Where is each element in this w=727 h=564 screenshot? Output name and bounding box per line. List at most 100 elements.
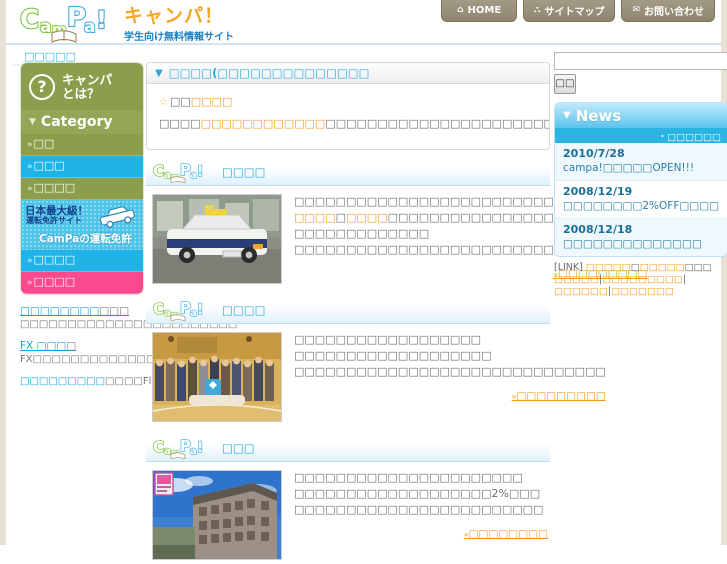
sidebar-link-title-2[interactable]: FX □□□□ bbox=[20, 340, 148, 353]
topic-desc-a: □□□□ bbox=[159, 117, 201, 130]
section-1-header: C a m P a ! □□□□ bbox=[146, 158, 550, 186]
sidebar-category-item-3[interactable]: »□□□□ bbox=[21, 178, 143, 200]
news-heading-label: News bbox=[575, 106, 622, 125]
news-panel-heading: ▼ News bbox=[555, 103, 727, 128]
s1-p3-t1: □□□□□□□□□□□□□□□□□□□□□□□□□□□□ bbox=[294, 243, 586, 256]
link-seg[interactable]: □□□□□ bbox=[640, 262, 685, 273]
svg-text:!: ! bbox=[197, 440, 203, 456]
news-item-text: □□□□□□□□2%OFF□□□□ bbox=[563, 200, 720, 212]
search-button[interactable]: □□ bbox=[554, 74, 576, 94]
section-3-more-link[interactable]: »□□□□□□□□ bbox=[464, 528, 548, 540]
section-3-body: □□□□□□□□□□□□□□□□□□□□□□ □□□□□□□□□□□□□□□□□… bbox=[146, 462, 550, 564]
driving-license-banner[interactable]: 日本最大級！ 運転免許サイト CamPaの運転免許 bbox=[21, 200, 143, 250]
svg-text:C: C bbox=[153, 300, 164, 318]
sidebar-link-title-1-tail: □□□ bbox=[99, 305, 130, 317]
section-3-paragraph-3: □□□□□□□□□□□□□□□□□□□□□□□□ bbox=[294, 502, 548, 518]
topic-desc-c: □□□□□□□□□□□□□□□□□□□□□□□□□□□□ bbox=[325, 117, 549, 130]
svg-text:a: a bbox=[164, 308, 171, 319]
double-arrow-icon: » bbox=[27, 140, 33, 150]
content-section-1: C a m P a ! □□□□ bbox=[146, 158, 647, 288]
section-2-text: □□□□□□□□□□□□□□□□□□ □□□□□□□□□□□□□□□□□□□ □… bbox=[294, 332, 606, 422]
news-item[interactable]: 2008/12/18 □□□□□□□□□□□□□□ bbox=[555, 219, 727, 256]
news-item[interactable]: 2010/7/28 campa!□□□□□OPEN!!! bbox=[555, 143, 727, 181]
s3-p3-t1: □□□□□□□□□□□□□□□□□□□□□□□□ bbox=[294, 503, 544, 516]
link-seg[interactable]: □□□□□□□□□ bbox=[602, 274, 683, 285]
s1-p2-t2: □ bbox=[335, 211, 346, 224]
page-root: C a m P a ! キャンパ！ 学生向け無料情報サイト ⌂ HOME ⛬ サ… bbox=[6, 0, 727, 560]
chevron-down-icon: ▼ bbox=[563, 110, 571, 121]
section-2-header: C a m P a ! □□□□ bbox=[146, 296, 550, 324]
sidebar-link-title-2-tail: □ bbox=[66, 340, 77, 352]
site-title: キャンパ！ bbox=[124, 5, 225, 27]
link-seg: | bbox=[682, 274, 687, 285]
sidebar-item-what-is-campa[interactable]: ? キャンパ とは？ bbox=[21, 63, 143, 110]
header-divider bbox=[6, 43, 721, 45]
topic-description-row: □□□□□□□□□□□□□□□□□□□□□□□□□□□□□□□□□□□□□□□□… bbox=[159, 116, 549, 132]
double-arrow-icon: » bbox=[27, 256, 33, 266]
section-2-more-label: □□□□□□□□□ bbox=[516, 390, 606, 402]
link-seg[interactable]: □□□□□□ bbox=[554, 286, 608, 297]
sidebar-category-item-4[interactable]: »□□□□ bbox=[21, 250, 143, 272]
section-2-title: □□□□ bbox=[222, 302, 266, 317]
nav-sitemap-button[interactable]: ⛬ サイトマップ bbox=[523, 0, 616, 22]
topic-title-row[interactable]: ☆ □□□□□□ bbox=[159, 94, 537, 111]
section-2-thumbnail[interactable] bbox=[152, 332, 282, 422]
section-3-title: □□□ bbox=[222, 440, 255, 455]
sidebar-link-title-1[interactable]: □□□□□□□□□□□ bbox=[20, 305, 148, 318]
nav-sitemap-label: サイトマップ bbox=[544, 7, 605, 18]
link-seg[interactable]: □□□□□ bbox=[554, 274, 599, 285]
section-2-body: □□□□□□□□□□□□□□□□□□ □□□□□□□□□□□□□□□□□□□ □… bbox=[146, 324, 606, 426]
topic-panel-heading: ▼ □□□□(□□□□□□□□□□□□□□ bbox=[147, 63, 549, 84]
site-tagline: 学生向け無料情報サイト bbox=[124, 32, 234, 43]
section-2-paragraph-1: □□□□□□□□□□□□□□□□□□ bbox=[294, 332, 606, 348]
partner-link-line: [LINK] □□□□□□□□□□□□□□ □□□□□|□□□□□□□□□|□□… bbox=[554, 262, 727, 298]
section-1-title: □□□□ bbox=[222, 164, 266, 179]
link-tag: [LINK] bbox=[554, 262, 583, 273]
svg-text:a: a bbox=[190, 170, 197, 181]
link-seg[interactable]: □□□□□ bbox=[586, 262, 631, 273]
sidebar-link-desc-2: FX□□□□□□□□□□□□□ bbox=[20, 354, 156, 365]
sidebar-link-title-2-main: FX □□□ bbox=[20, 340, 67, 352]
category-heading-label: Category bbox=[40, 114, 113, 130]
svg-text:!: ! bbox=[197, 164, 203, 180]
section-3-thumbnail[interactable] bbox=[152, 470, 282, 560]
police-car-photo bbox=[153, 195, 281, 283]
sidebar-category-item-2[interactable]: »□□□ bbox=[21, 156, 143, 178]
news-item-date: 2008/12/18 bbox=[563, 223, 633, 236]
section-3-header: C a m P a ! □□□ bbox=[146, 434, 550, 462]
svg-text:a: a bbox=[164, 170, 171, 181]
content-section-2: C a m P a ! □□□□ bbox=[146, 296, 606, 426]
section-3-paragraph-2: □□□□□□□□□□□□□□□□□□□2%□□□ bbox=[294, 486, 548, 502]
nav-contact-button[interactable]: ✉ お問い合わせ bbox=[621, 0, 715, 22]
sidebar-link-block-1: □□□□□□□□□□□ □□□□□□□□□□□□□□□□□□□□□□□ bbox=[20, 305, 237, 331]
sidebar-flat-link[interactable]: □□□□□□□□□□□□□Flashbook bbox=[20, 375, 193, 388]
news-more-link[interactable]: ・□□□□□□ bbox=[555, 128, 727, 143]
nav-contact-label: お問い合わせ bbox=[644, 7, 704, 18]
sidebar-category-item-5[interactable]: »□□□□ bbox=[21, 272, 143, 294]
sidebar-category-item-1[interactable]: »□□ bbox=[21, 134, 143, 156]
news-item[interactable]: 2008/12/19 □□□□□□□□2%OFF□□□□ bbox=[555, 181, 727, 219]
double-arrow-icon: » bbox=[27, 278, 33, 288]
link-seg[interactable]: □□□□□□□ bbox=[611, 286, 674, 297]
section-1-thumbnail[interactable] bbox=[152, 194, 282, 284]
sidebar: ? キャンパ とは？ ▼ Category »□□ »□□□ »□□□□ 日本最… bbox=[20, 62, 237, 388]
section-3-more-label: □□□□□□□□ bbox=[468, 528, 548, 540]
sidebar-category-label-1: □□ bbox=[33, 137, 55, 150]
apartment-building-photo bbox=[153, 471, 281, 559]
s2-p1-t1: □□□□□□□□□□□□□□□□□□ bbox=[294, 333, 482, 346]
site-logo[interactable]: C a m P a ! bbox=[18, 2, 126, 44]
s1-p2-t1: □□□□ bbox=[294, 211, 336, 224]
section-2-paragraph-3: □□□□□□□□□□□□□□□□□□□□□□□□□□□□□□ bbox=[294, 364, 606, 380]
section-3-more: »□□□□□□□□ bbox=[294, 526, 548, 540]
section-2-more: »□□□□□□□□□ bbox=[294, 388, 606, 402]
section-3-text: □□□□□□□□□□□□□□□□□□□□□□ □□□□□□□□□□□□□□□□□… bbox=[294, 470, 548, 560]
topic-title-plain: □□ bbox=[169, 95, 191, 108]
s1-p2-t3: □□□□ bbox=[345, 211, 388, 224]
what-is-campa-label: キャンパ とは？ bbox=[62, 72, 112, 101]
search-input[interactable] bbox=[554, 52, 727, 70]
nav-home-button[interactable]: ⌂ HOME bbox=[441, 0, 518, 22]
sitemap-icon: ⛬ bbox=[534, 5, 541, 15]
double-arrow-icon: » bbox=[27, 184, 33, 194]
banner-line-3: CamPaの運転免許 bbox=[39, 233, 132, 245]
section-2-more-link[interactable]: »□□□□□□□□□ bbox=[512, 390, 606, 402]
